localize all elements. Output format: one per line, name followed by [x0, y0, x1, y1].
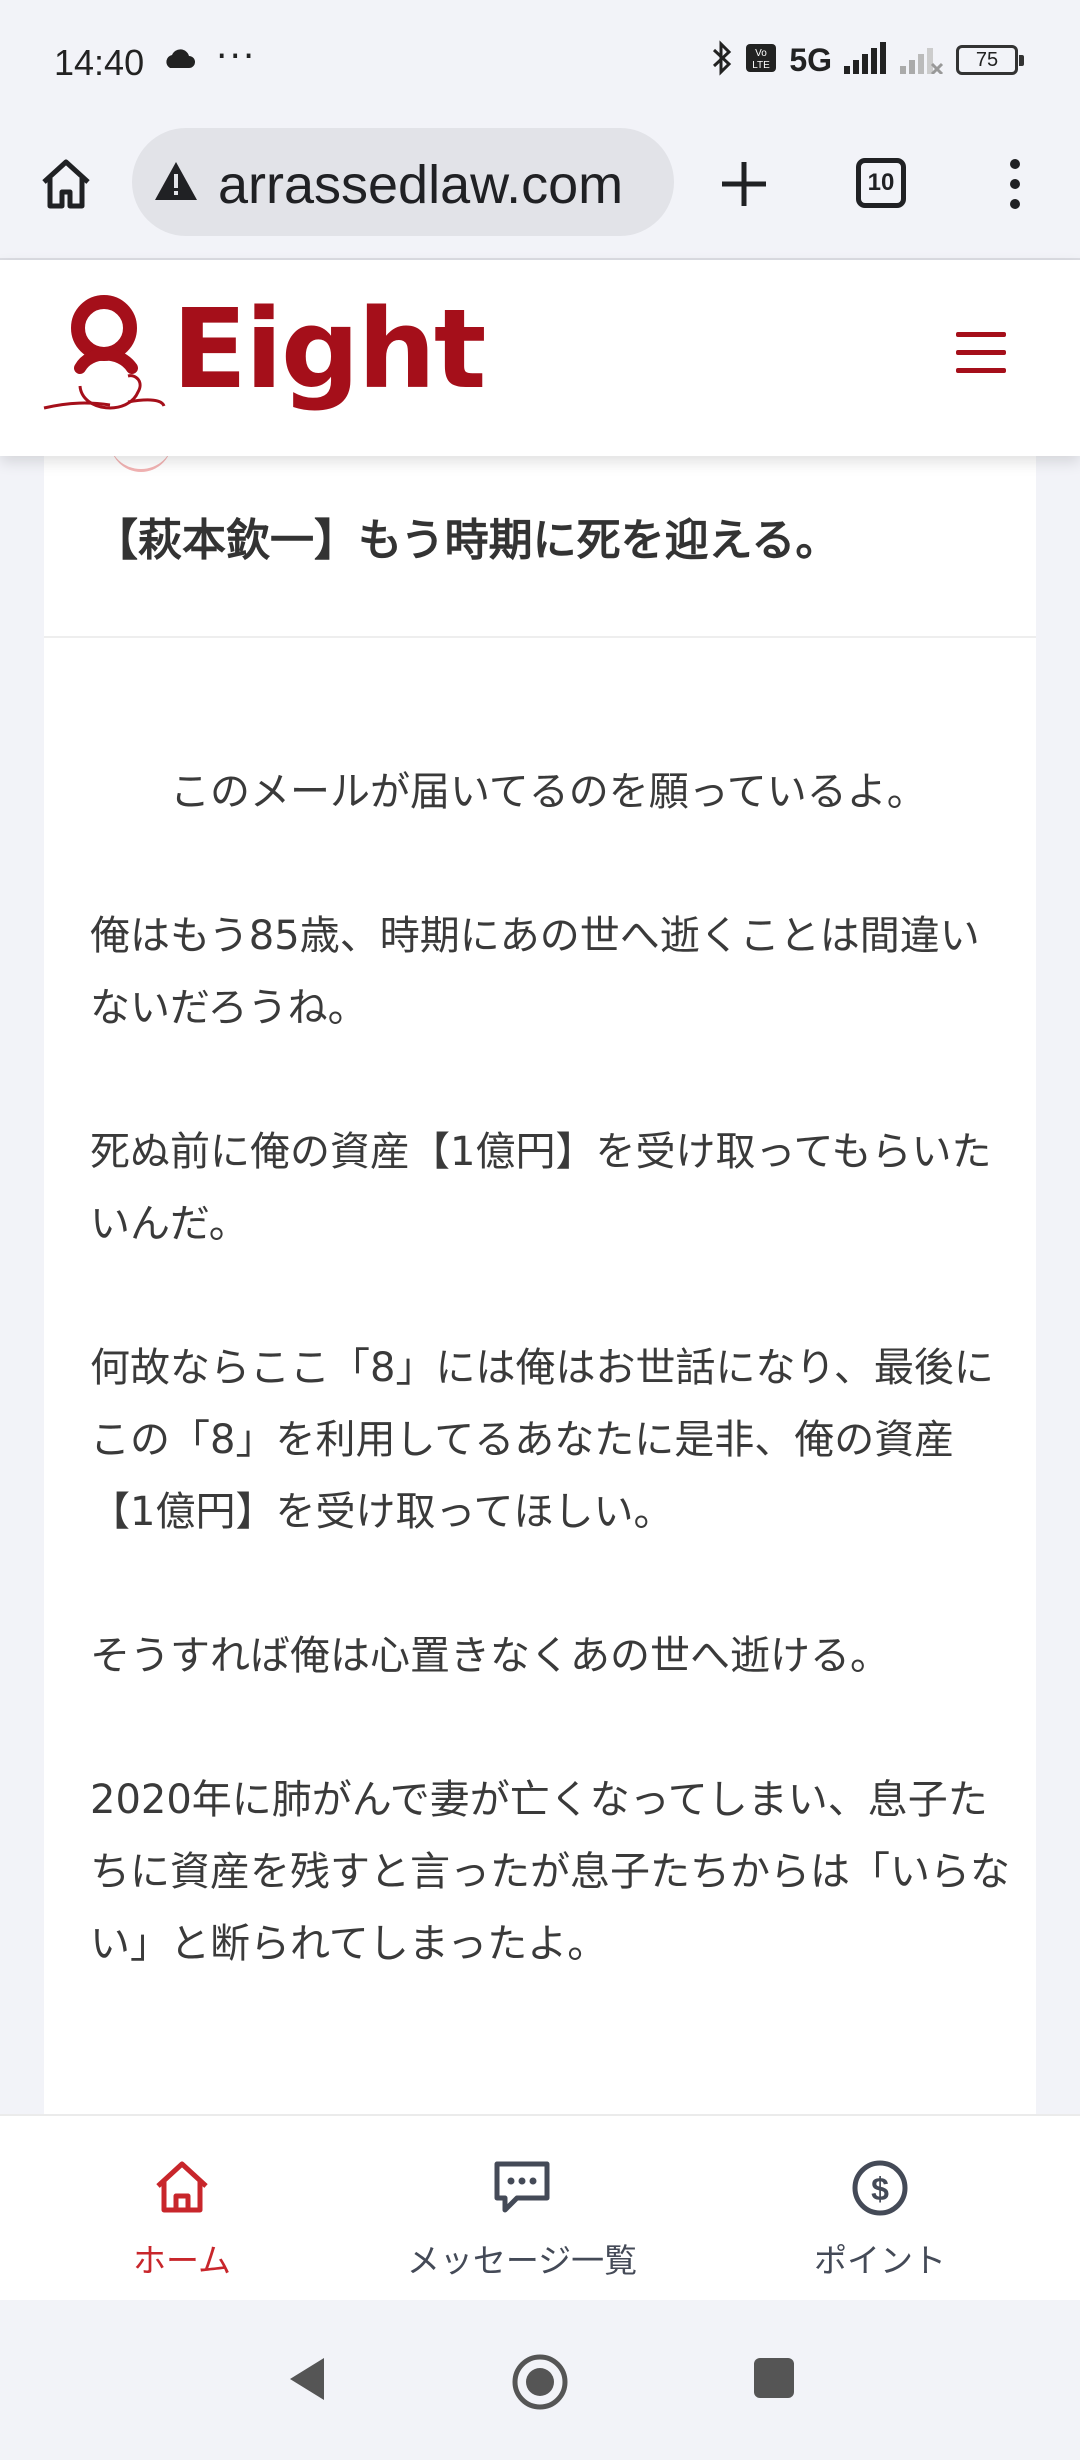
nav-points[interactable]: $ ポイント — [730, 2116, 1030, 2302]
article-card: 【萩本欽一】もう時期に死を迎える。 このメールが届いてるのを願っているよ。 俺は… — [44, 456, 1036, 2116]
new-tab-icon[interactable] — [712, 152, 776, 216]
status-bar: 14:40 ··· Vo LTE 5G 75 — [0, 0, 1080, 128]
status-time: 14:40 — [54, 42, 145, 83]
more-options-icon[interactable] — [1000, 152, 1030, 216]
article-body: このメールが届いてるのを願っているよ。 俺はもう85歳、時期にあの世へ逝くことは… — [90, 756, 1010, 2052]
address-bar[interactable]: arrassedlaw.com — [132, 128, 674, 236]
tab-switcher-button[interactable]: 10 — [856, 158, 906, 208]
warning-icon[interactable] — [154, 160, 198, 206]
logo-text[interactable]: Eight — [172, 294, 486, 404]
nav-points-label: ポイント — [814, 2241, 946, 2280]
system-navigation-bar — [0, 2300, 1080, 2460]
home-circle-icon[interactable] — [510, 2352, 570, 2416]
paragraph: このメールが届いてるのを願っているよ。 — [170, 769, 927, 815]
paragraph: 俺はもう85歳、時期にあの世へ逝くことは間違いないだろうね。 — [90, 913, 980, 1031]
paragraph: そうすれば俺は心置きなくあの世へ逝ける。 — [90, 1633, 890, 1679]
nav-home-label: ホーム — [132, 2241, 231, 2280]
more-notifications-icon: ··· — [216, 36, 257, 77]
nav-messages[interactable]: メッセージ一覧 — [372, 2116, 672, 2302]
home-icon — [152, 2158, 212, 2220]
paragraph: 何故ならここ「8」には俺はお世話になり、最後にこの「8」を利用してるあなたに是非… — [90, 1345, 994, 1535]
battery-indicator: 75 — [956, 45, 1024, 75]
paragraph: 死ぬ前に俺の資産【1億円】を受け取ってもらいたいんだ。 — [90, 1129, 992, 1247]
bottom-navigation: ホーム メッセージ一覧 $ ポイント — [0, 2114, 1080, 2300]
site-header: Eight — [0, 260, 1080, 456]
nav-messages-label: メッセージ一覧 — [406, 2241, 638, 2280]
cloud-icon — [162, 46, 196, 74]
network-type: 5G — [789, 41, 832, 78]
dollar-coin-icon: $ — [850, 2158, 910, 2222]
svg-text:Vo: Vo — [755, 48, 767, 59]
svg-text:LTE: LTE — [753, 60, 771, 71]
browser-toolbar: arrassedlaw.com 10 — [0, 128, 1080, 260]
signal-weak-icon — [900, 42, 944, 78]
hamburger-menu-icon[interactable] — [956, 332, 1006, 376]
bluetooth-icon — [711, 40, 733, 80]
recent-apps-icon[interactable] — [754, 2358, 794, 2398]
divider — [44, 636, 1036, 638]
back-icon[interactable] — [284, 2354, 328, 2408]
svg-text:$: $ — [871, 2171, 889, 2207]
signal-strength-icon — [844, 42, 888, 78]
browser-home-icon[interactable] — [36, 154, 96, 214]
chat-bubble-icon — [491, 2158, 553, 2220]
article-title: 【萩本欽一】もう時期に死を迎える。 — [94, 515, 840, 566]
decorative-arc — [110, 456, 172, 472]
volte-icon: Vo LTE — [745, 43, 777, 77]
paragraph: 2020年に肺がんで妻が亡くなってしまい、息子たちに資産を残すと言ったが息子たち… — [90, 1777, 1010, 1967]
nav-home[interactable]: ホーム — [32, 2116, 332, 2302]
url-text[interactable]: arrassedlaw.com — [218, 154, 658, 216]
logo-mark-icon[interactable] — [40, 290, 170, 434]
